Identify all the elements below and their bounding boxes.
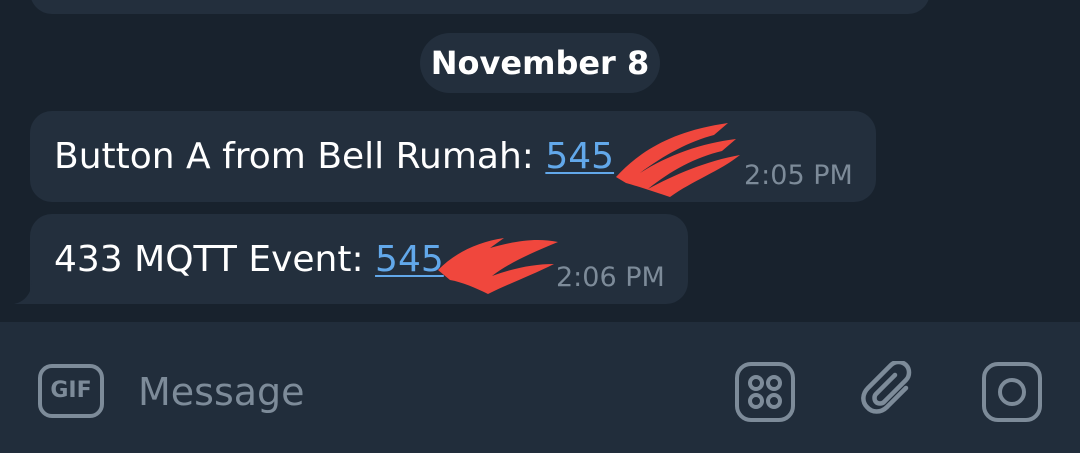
message-link[interactable]: 545 [375,239,444,280]
camera-button[interactable] [981,361,1043,423]
message-body: Button A from Bell Rumah: [54,136,546,177]
message-bubble[interactable]: 433 MQTT Event: 545 2:06 PM [30,214,688,304]
gif-button[interactable]: GIF [38,364,104,418]
message-time: 2:05 PM [744,160,853,191]
message-time: 2:06 PM [556,262,665,293]
chat-history[interactable]: November 8 Button A from Bell Rumah: 545… [0,0,1080,322]
bubble-tail [14,280,38,304]
redaction-scribble [438,238,558,294]
message-text: Button A from Bell Rumah: 545 [54,137,614,177]
redaction-scribble [616,123,740,197]
paperclip-icon [861,361,912,414]
previous-message-bubble[interactable] [30,0,930,14]
camera-icon [982,362,1042,422]
message-input[interactable] [138,362,698,422]
date-separator: November 8 [420,33,660,93]
message-body: 433 MQTT Event: [54,239,376,280]
message-link[interactable]: 545 [545,136,614,177]
message-text: 433 MQTT Event: 545 [54,240,444,280]
sticker-button[interactable] [734,361,796,423]
message-bubble[interactable]: Button A from Bell Rumah: 545 2:05 PM [30,111,876,202]
attach-button[interactable] [860,361,922,423]
sticker-grid-icon [735,362,795,422]
